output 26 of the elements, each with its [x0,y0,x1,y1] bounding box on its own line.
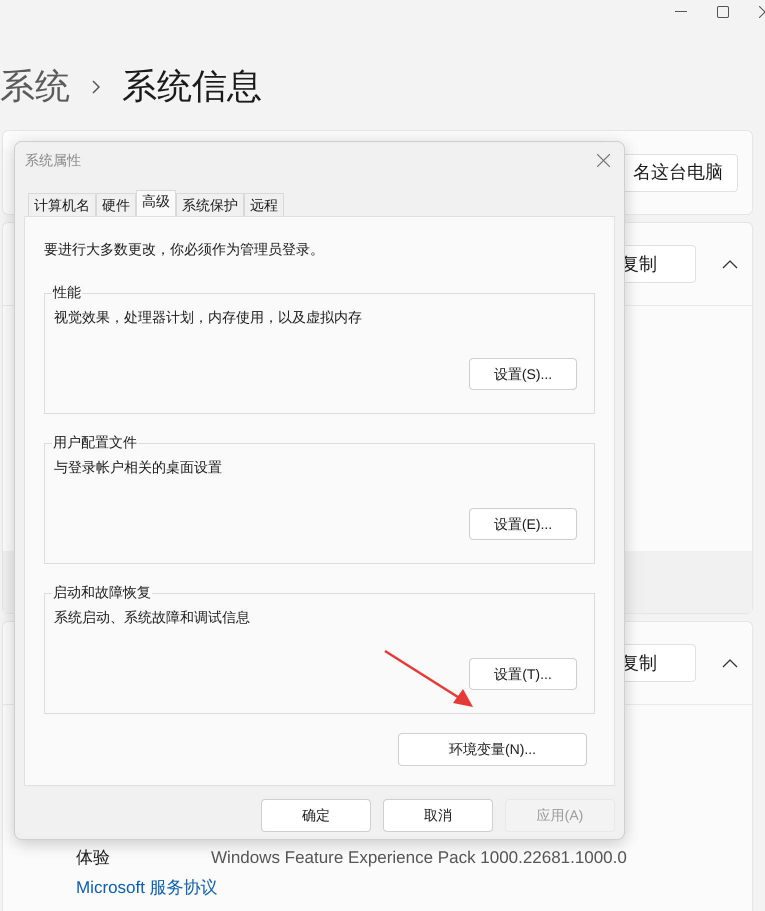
tab[interactable]: 计算机名 [28,193,96,216]
chevron-up-icon[interactable] [722,658,738,668]
page-title: 系统信息 [122,66,262,108]
settings-button[interactable]: 设置(T)... [469,658,577,690]
settings-button[interactable]: 设置(E)... [469,508,577,540]
chevron-up-icon[interactable] [722,259,738,269]
dialog-button[interactable]: 确定 [261,799,371,832]
tab[interactable]: 远程 [244,193,284,216]
breadcrumb-parent[interactable]: 系统 [0,60,70,114]
dialog-title: 系统属性 [25,150,81,170]
info-value: Windows Feature Experience Pack 1000.22681.1000.0 [211,847,627,869]
chevron-right-icon [92,80,100,94]
service-agreement-link[interactable]: Microsoft 服务协议 [76,874,752,900]
info-label: 体验 [76,847,111,869]
group-description: 视觉效果，处理器计划，内存使用，以及虚拟内存 [54,308,363,327]
tab[interactable]: 硬件 [96,193,136,216]
environment-variables-button[interactable]: 环境变量(N)... [398,733,587,766]
maximize-icon[interactable] [717,6,729,18]
group-description: 与登录帐户相关的桌面设置 [54,458,223,477]
group-description: 系统启动、系统故障和调试信息 [54,608,251,627]
tab[interactable]: 高级 [136,190,176,216]
settings-button[interactable]: 设置(S)... [469,358,577,390]
admin-notice: 要进行大多数更改，你必须作为管理员登录。 [44,240,325,259]
minimize-icon[interactable] [675,11,687,13]
tab[interactable]: 系统保护 [176,193,244,216]
dialog-button[interactable]: 取消 [383,799,493,832]
